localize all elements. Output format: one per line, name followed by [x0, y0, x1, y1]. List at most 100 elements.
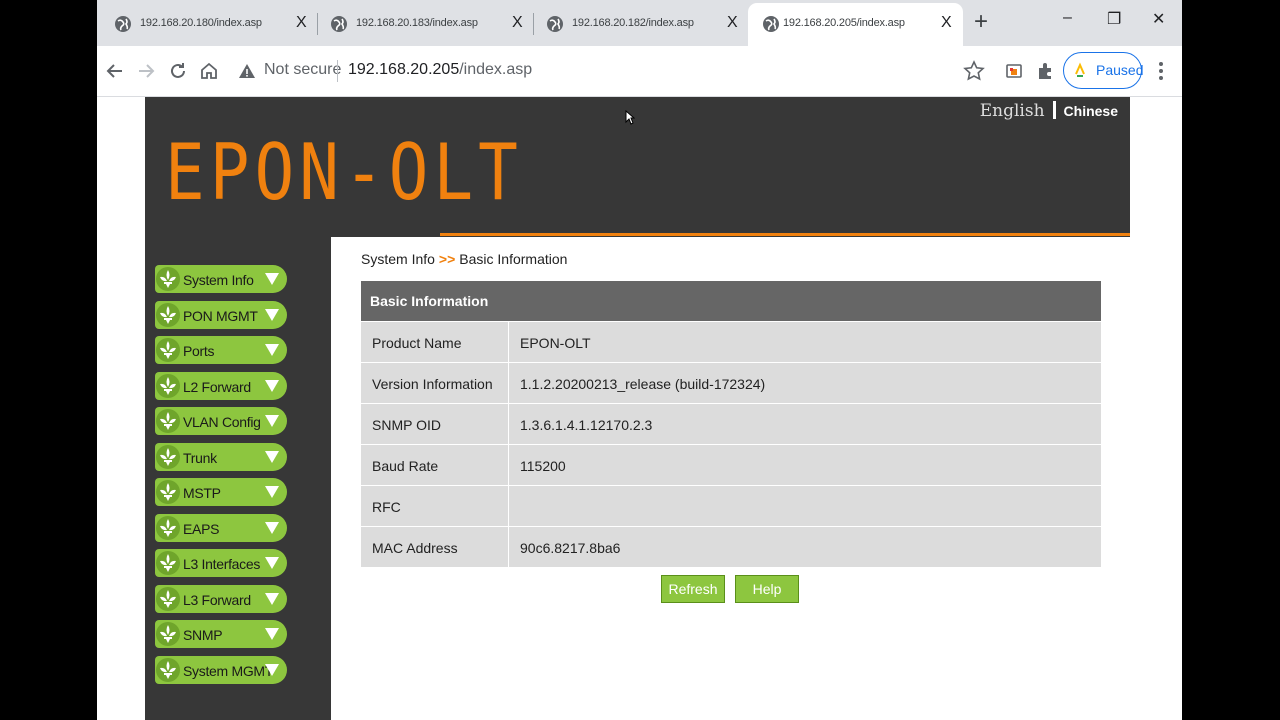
globe-icon: [547, 16, 563, 32]
breadcrumb: System Info >> Basic Information: [361, 251, 567, 267]
restore-button[interactable]: ❐: [1107, 9, 1121, 29]
chevron-down-icon: [265, 379, 279, 392]
sidebar-item-system-mgmt[interactable]: System MGMT: [155, 655, 287, 684]
sidebar-menu: System Info PON MGMT Ports L2 Forward VLAN C…: [145, 237, 331, 720]
row-label: SNMP OID: [372, 417, 441, 433]
profile-status: Paused: [1096, 62, 1144, 78]
language-chinese-link[interactable]: Chinese: [1064, 103, 1118, 119]
column-divider: [508, 486, 509, 527]
table-row: Baud Rate 115200: [361, 444, 1101, 486]
close-window-button[interactable]: ✕: [1152, 9, 1165, 29]
chevron-down-icon: [265, 557, 279, 569]
header-accent-line: [440, 233, 1130, 236]
row-label: Product Name: [372, 335, 462, 351]
mouse-cursor-icon: [625, 110, 635, 125]
table-row: Product Name EPON-OLT: [361, 321, 1101, 363]
new-tab-button[interactable]: +: [974, 10, 988, 34]
sidebar-item-eaps[interactable]: EAPS: [155, 513, 287, 542]
sidebar-item-label: VLAN Config: [183, 414, 261, 430]
sidebar-item-system-info[interactable]: System Info: [155, 265, 287, 293]
fleur-icon: [156, 515, 180, 540]
fleur-icon: [156, 302, 180, 327]
tab-1[interactable]: 192.168.20.180/index.asp X: [100, 3, 314, 46]
browser-window: 192.168.20.180/index.asp X 192.168.20.18…: [97, 0, 1182, 720]
row-value: 115200: [520, 458, 566, 474]
url-host: 192.168.20.205: [348, 61, 460, 78]
language-divider: [1052, 101, 1056, 119]
language-english-link[interactable]: English: [980, 101, 1045, 121]
row-value: EPON-OLT: [520, 335, 591, 351]
url-path: /index.asp: [459, 61, 533, 78]
fleur-icon: [156, 586, 180, 611]
tab-title: 192.168.20.180/index.asp: [140, 17, 262, 29]
chevron-down-icon: [265, 592, 279, 605]
cast-icon[interactable]: [1002, 59, 1026, 83]
language-switch: English Chinese: [980, 101, 1118, 121]
breadcrumb-parent[interactable]: System Info: [361, 251, 435, 267]
sidebar-item-mstp[interactable]: MSTP: [155, 478, 287, 506]
chevron-down-icon: [265, 628, 279, 640]
fleur-icon: [156, 444, 180, 469]
sidebar-item-label: System Info: [183, 272, 254, 288]
tab-strip: 192.168.20.180/index.asp X 192.168.20.18…: [97, 0, 1182, 46]
home-icon[interactable]: [197, 59, 221, 83]
sidebar-item-trunk[interactable]: Trunk: [155, 442, 287, 471]
globe-icon: [763, 16, 779, 32]
chevron-down-icon: [265, 486, 279, 498]
sidebar-item-label: L2 Forward: [183, 378, 251, 395]
sidebar-item-pon-mgmt[interactable]: PON MGMT: [155, 300, 287, 329]
table-row: RFC: [361, 485, 1101, 527]
sidebar-item-l2-forward[interactable]: L2 Forward: [155, 371, 287, 400]
sidebar-item-ports[interactable]: Ports: [155, 336, 287, 364]
minimize-button[interactable]: –: [1063, 9, 1072, 27]
profile-button[interactable]: Paused: [1063, 52, 1144, 89]
chevron-down-icon: [265, 450, 279, 463]
sidebar-item-l3-forward[interactable]: L3 Forward: [155, 584, 287, 613]
forward-icon[interactable]: [134, 59, 158, 83]
row-value: 90c6.8217.8ba6: [520, 540, 621, 556]
fleur-icon: [156, 267, 180, 291]
avatar: [1073, 62, 1087, 78]
chevron-down-icon: [265, 273, 279, 285]
column-divider: [508, 404, 509, 445]
tab-close-icon[interactable]: X: [727, 13, 738, 33]
extensions-icon[interactable]: [1033, 59, 1057, 83]
refresh-button[interactable]: Refresh: [661, 575, 725, 603]
sidebar-item-l3-interfaces[interactable]: L3 Interfaces: [155, 549, 287, 577]
chevron-down-icon: [265, 521, 279, 534]
tab-3[interactable]: 192.168.20.182/index.asp X: [532, 3, 746, 46]
star-icon[interactable]: [962, 59, 986, 83]
warning-icon[interactable]: [237, 61, 257, 81]
sidebar-item-snmp[interactable]: SNMP: [155, 620, 287, 648]
row-label: Baud Rate: [372, 458, 439, 474]
chevron-down-icon: [265, 308, 279, 321]
breadcrumb-separator: >>: [438, 251, 456, 267]
tab-2[interactable]: 192.168.20.183/index.asp X: [316, 3, 530, 46]
more-icon[interactable]: [1149, 59, 1173, 83]
help-button[interactable]: Help: [735, 575, 799, 603]
reload-icon[interactable]: [166, 59, 190, 83]
table-title: Basic Information: [361, 281, 1101, 321]
row-value: 1.3.6.1.4.1.12170.2.3: [520, 417, 653, 433]
sidebar-item-label: SNMP: [183, 627, 223, 643]
sidebar-item-vlan-config[interactable]: VLAN Config: [155, 407, 287, 435]
tab-title: 192.168.20.182/index.asp: [572, 17, 694, 29]
sidebar-item-label: PON MGMT: [183, 307, 258, 324]
chevron-down-icon: [265, 344, 279, 356]
security-indicator[interactable]: Not secure: [264, 61, 341, 79]
web-page: EPON-OLT English Chinese System Info PON M…: [145, 97, 1130, 720]
sidebar-item-label: L3 Interfaces: [183, 556, 261, 572]
fleur-icon: [156, 551, 180, 575]
url-separator: [337, 60, 338, 82]
chevron-down-icon: [265, 663, 279, 676]
fleur-icon: [156, 373, 180, 398]
tab-close-icon[interactable]: X: [941, 13, 952, 33]
tab-4-active[interactable]: 192.168.20.205/index.asp X: [748, 3, 963, 46]
tab-close-icon[interactable]: X: [296, 13, 307, 33]
main-content: System Info >> Basic Information Basic Inf…: [331, 237, 1130, 720]
tab-close-icon[interactable]: X: [512, 13, 523, 33]
column-divider: [508, 322, 509, 363]
column-divider: [508, 527, 509, 568]
back-icon[interactable]: [103, 59, 127, 83]
address-bar[interactable]: 192.168.20.205/index.asp: [348, 61, 532, 79]
